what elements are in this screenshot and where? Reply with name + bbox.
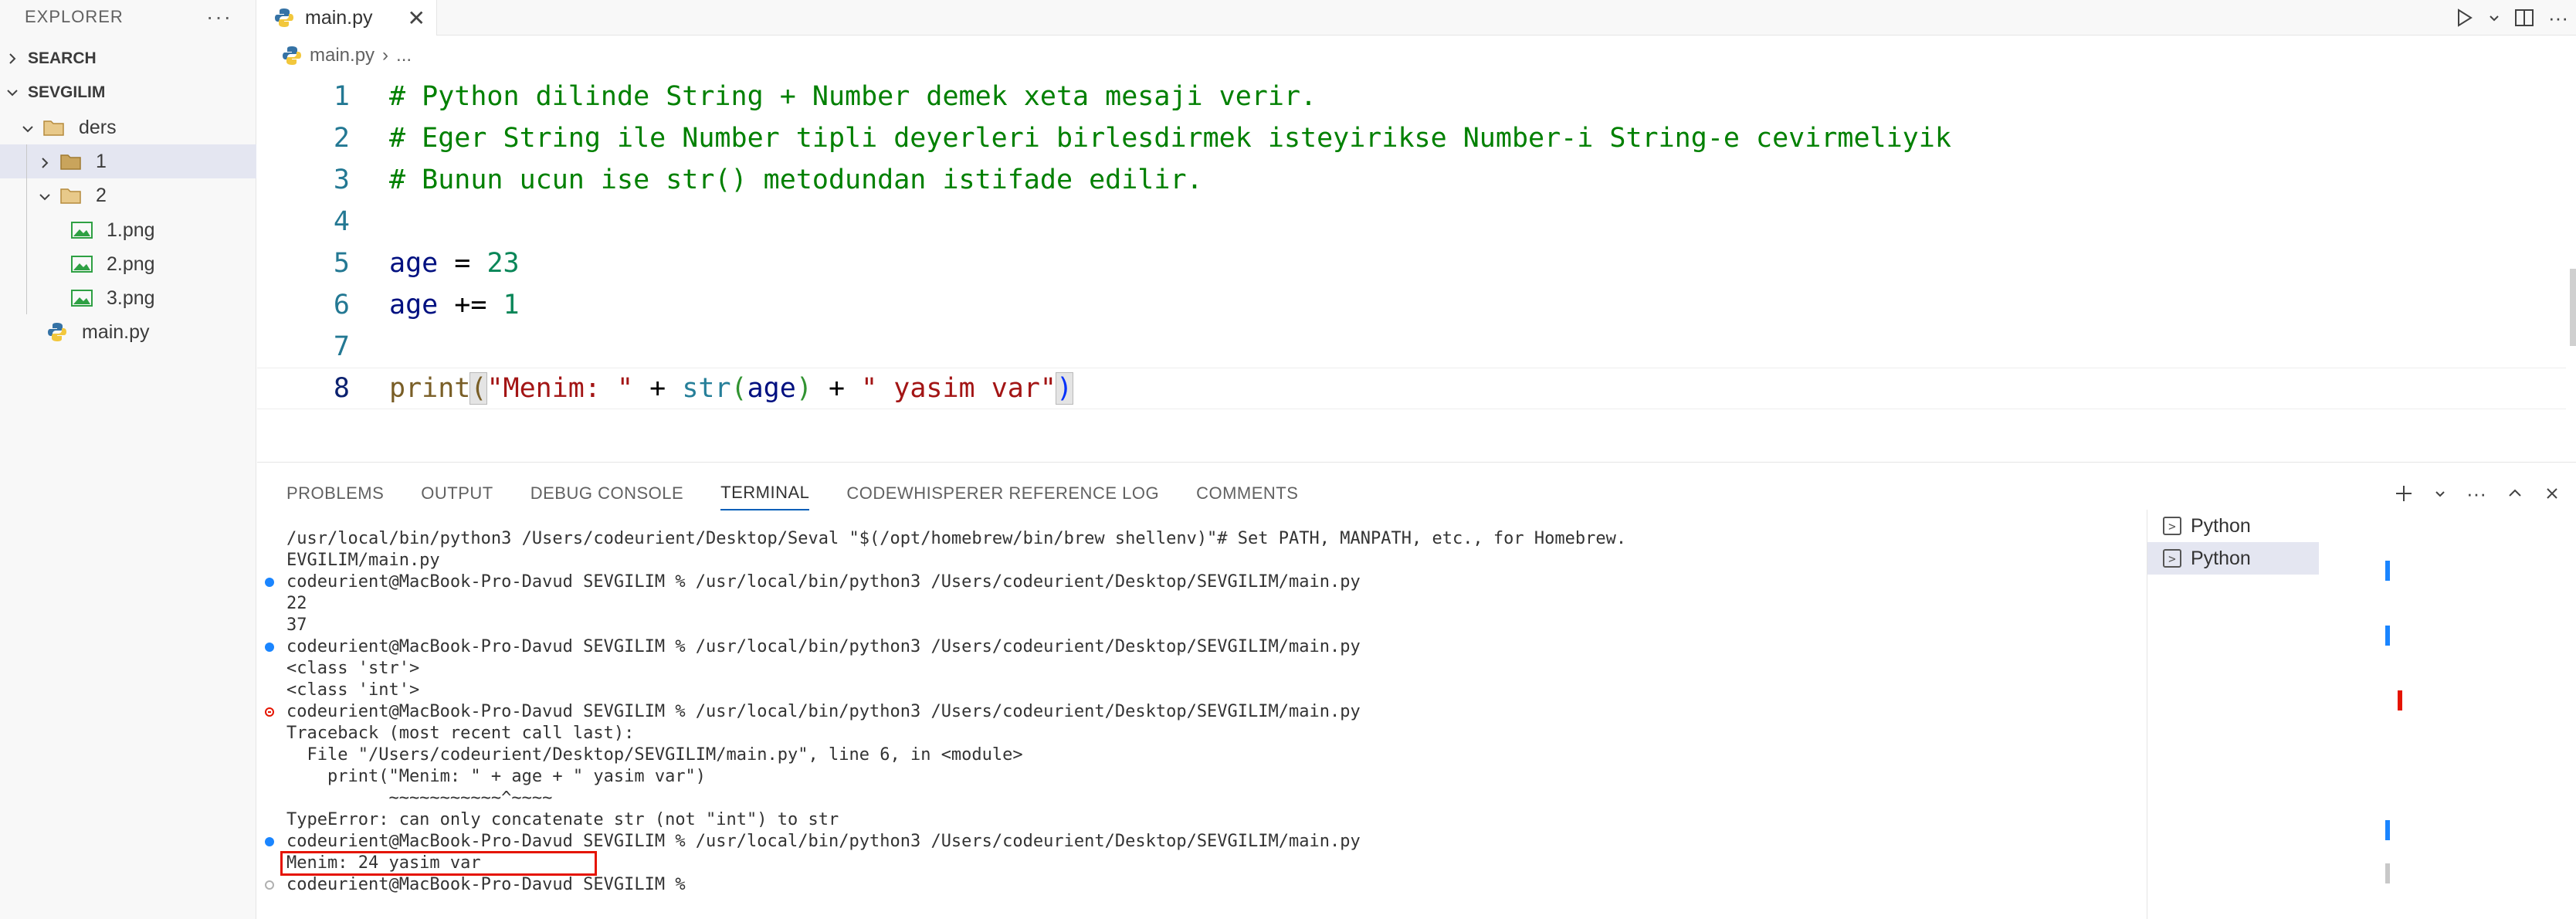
chevron-down-icon (37, 188, 53, 203)
overview-ruler-mark (2398, 690, 2402, 710)
terminal-line: codeurient@MacBook-Pro-Davud SEVGILIM % … (286, 572, 1361, 592)
search-section-label: SEARCH (28, 49, 97, 67)
tree-label: 3.png (107, 287, 155, 309)
tree-file-main-py[interactable]: main.py (0, 315, 256, 349)
terminal-output[interactable]: /usr/local/bin/python3 /Users/codeurient… (257, 0, 2404, 919)
tree-label: 2.png (107, 253, 155, 275)
terminal-item-python-active[interactable]: > Python (2147, 542, 2319, 575)
python-icon (46, 323, 68, 341)
overview-ruler-mark (2385, 820, 2390, 840)
tree-folder-ders[interactable]: ders (0, 110, 256, 144)
command-success-icon[interactable] (265, 837, 274, 846)
output-highlight-box (280, 851, 597, 876)
folder-open-icon (43, 118, 65, 137)
chevron-right-icon (5, 51, 20, 66)
terminal-line: <class 'int'> (286, 680, 420, 700)
chevron-down-icon (20, 120, 36, 135)
explorer-header: EXPLORER ··· (0, 0, 256, 34)
image-icon (71, 289, 93, 307)
tree-label: 1 (96, 150, 107, 172)
command-success-icon[interactable] (265, 578, 274, 587)
overview-ruler-mark (2385, 626, 2390, 646)
more-actions-icon[interactable]: ··· (2548, 6, 2568, 30)
folder-icon (60, 152, 82, 171)
split-editor-icon[interactable] (2514, 8, 2534, 28)
chevron-down-icon[interactable] (2488, 12, 2500, 24)
terminal-line: TypeError: can only concatenate str (not… (286, 810, 839, 829)
terminal-icon: > (2163, 549, 2181, 568)
command-success-icon[interactable] (265, 643, 274, 652)
tree-file-2-png[interactable]: 2.png (0, 247, 256, 281)
terminal-line: File "/Users/codeurient/Desktop/SEVGILIM… (286, 745, 1023, 765)
chevron-down-icon (5, 85, 20, 100)
command-error-icon[interactable] (265, 707, 274, 717)
terminal-line: Traceback (most recent call last): (286, 724, 635, 743)
image-icon (71, 221, 93, 239)
tree-folder-2[interactable]: 2 (0, 178, 256, 212)
close-icon[interactable] (2544, 485, 2561, 502)
terminal-line: print("Menim: " + age + " yasim var") (286, 767, 707, 786)
explorer-sidebar: EXPLORER ··· SEARCH SEVGILIM ders 1 2 1.… (0, 0, 256, 919)
explorer-title: EXPLORER (25, 7, 124, 26)
terminal-line: 22 (286, 594, 307, 613)
editor-scrollbar[interactable] (2570, 269, 2576, 346)
terminal-icon: > (2163, 517, 2181, 535)
tree-file-3-png[interactable]: 3.png (0, 281, 256, 315)
terminal-line: /usr/local/bin/python3 /Users/codeurient… (286, 529, 1627, 548)
search-section[interactable]: SEARCH (0, 42, 256, 76)
chevron-down-icon[interactable] (2434, 487, 2446, 500)
terminal-item-label: Python (2191, 547, 2251, 569)
overview-ruler-mark (2385, 561, 2390, 581)
more-actions-icon[interactable]: ··· (2466, 482, 2486, 506)
chevron-up-icon[interactable] (2507, 485, 2523, 502)
tree-label: ders (79, 116, 117, 138)
tree-label: main.py (82, 320, 150, 343)
terminal-item-python[interactable]: > Python (2147, 510, 2319, 542)
overview-ruler-mark (2385, 863, 2390, 883)
workspace-section[interactable]: SEVGILIM (0, 76, 256, 110)
command-idle-icon (265, 880, 274, 890)
image-icon (71, 255, 93, 273)
terminal-line: codeurient@MacBook-Pro-Davud SEVGILIM % … (286, 637, 1361, 656)
tree-file-1-png[interactable]: 1.png (0, 213, 256, 247)
editor-actions: ··· (2454, 0, 2568, 36)
folder-open-icon (60, 186, 82, 205)
terminal-item-label: Python (2191, 514, 2251, 537)
explorer-more-button[interactable]: ··· (206, 5, 232, 29)
tree-label: 2 (96, 184, 107, 206)
terminal-line: <class 'str'> (286, 659, 420, 678)
panel-actions: ··· (2394, 476, 2561, 510)
terminal-line: EVGILIM/main.py (286, 551, 440, 570)
terminal-line: codeurient@MacBook-Pro-Davud SEVGILIM % … (286, 702, 1361, 721)
run-icon[interactable] (2454, 8, 2474, 28)
terminal-list: > Python > Python (2147, 510, 2319, 919)
terminal-line: ~~~~~~~~~~~^~~~~ (286, 788, 553, 808)
terminal-line: 37 (286, 615, 307, 635)
tree-folder-1[interactable]: 1 (0, 144, 256, 178)
chevron-right-icon (37, 154, 53, 169)
workspace-label: SEVGILIM (28, 83, 106, 101)
terminal-line: codeurient@MacBook-Pro-Davud SEVGILIM % … (286, 832, 1361, 851)
tree-label: 1.png (107, 219, 155, 241)
terminal-line: codeurient@MacBook-Pro-Davud SEVGILIM % (286, 875, 696, 894)
